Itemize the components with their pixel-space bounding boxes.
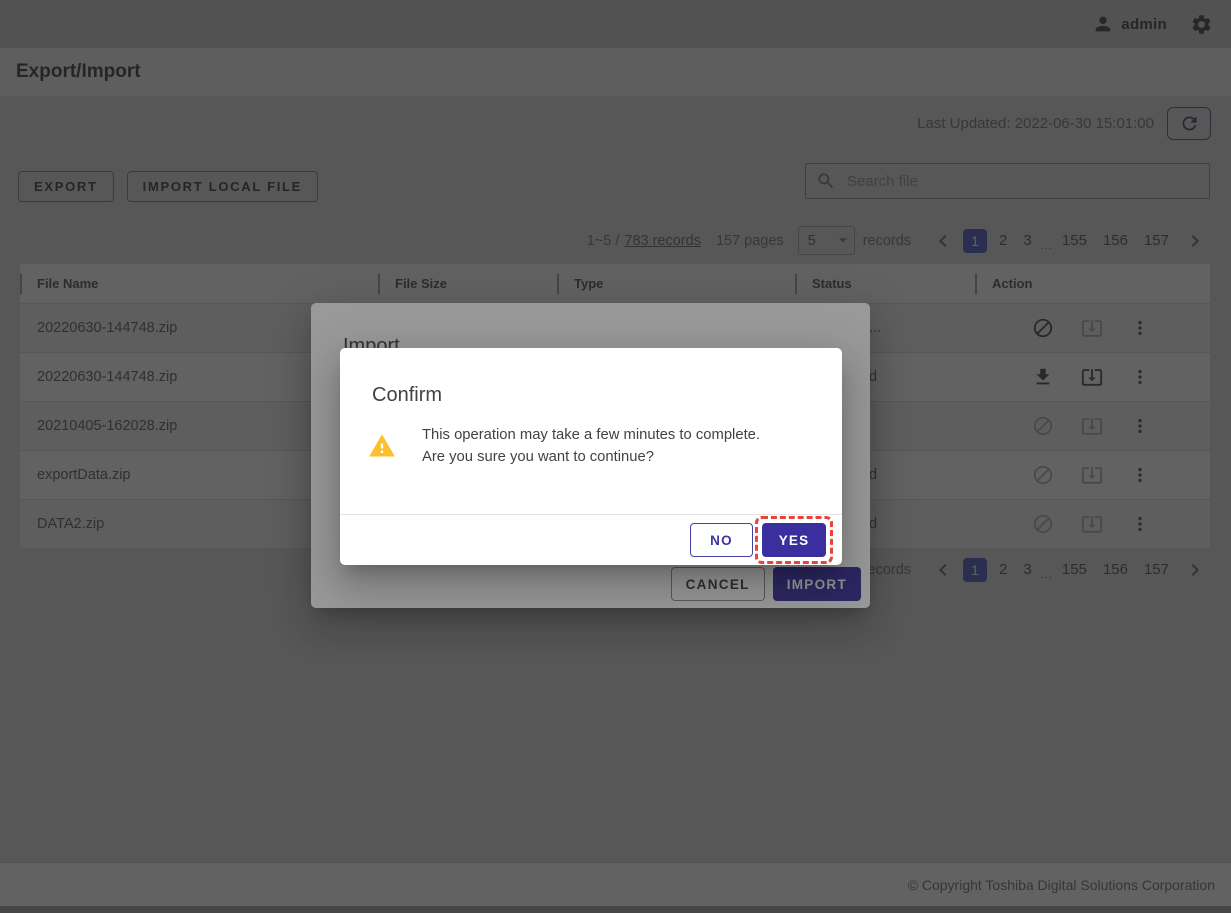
confirm-dialog-body: This operation may take a few minutes to… xyxy=(368,424,760,468)
confirm-dialog-title: Confirm xyxy=(372,384,442,407)
no-button[interactable]: NO xyxy=(690,523,753,557)
yes-button[interactable]: YES xyxy=(762,523,826,557)
confirm-message: This operation may take a few minutes to… xyxy=(422,424,760,468)
confirm-dialog: Confirm This operation may take a few mi… xyxy=(340,348,842,565)
confirm-message-line1: This operation may take a few minutes to… xyxy=(422,424,760,446)
confirm-dialog-actions: NO YES xyxy=(340,514,842,565)
yes-button-highlight: YES xyxy=(755,516,833,564)
warning-triangle-icon xyxy=(368,432,396,460)
confirm-message-line2: Are you sure you want to continue? xyxy=(422,446,760,468)
app-root: admin Export/Import Last Updated: 2022-0… xyxy=(0,0,1231,913)
